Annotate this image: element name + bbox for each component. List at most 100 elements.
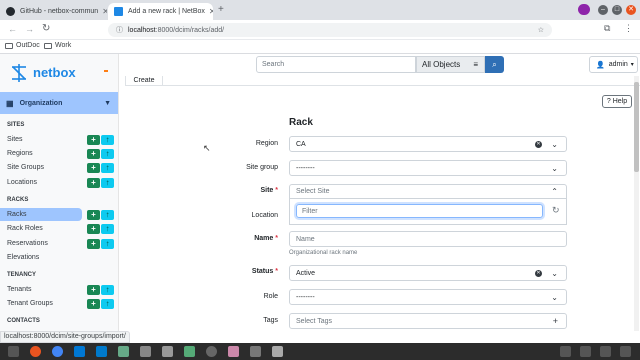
import-icon[interactable]: ↑ — [101, 178, 114, 188]
app-icon[interactable] — [184, 346, 195, 357]
window-close-icon[interactable]: ✕ — [626, 5, 636, 15]
tray-icon[interactable] — [560, 346, 571, 357]
menu-icon[interactable]: ⋮ — [624, 23, 633, 34]
info-icon: ⓘ — [116, 27, 123, 34]
name-label-text: Name — [254, 235, 274, 242]
refresh-icon[interactable]: ↻ — [552, 205, 560, 216]
app-icon[interactable] — [250, 346, 261, 357]
tags-select[interactable]: Select Tags + — [289, 313, 567, 329]
chevron-down-icon: ⌄ — [551, 140, 558, 149]
bookmark-label: OutDoc — [16, 42, 40, 49]
clear-icon[interactable]: ✕ — [535, 270, 542, 277]
vscode-icon[interactable] — [96, 346, 107, 357]
tray-icon[interactable] — [600, 346, 611, 357]
site-select[interactable]: Select Site ⌃ — [289, 184, 567, 199]
add-icon[interactable]: + — [87, 163, 100, 173]
browser-tab-strip: GitHub - netbox-commun ✕ Add a new rack … — [0, 0, 640, 20]
tab-create[interactable]: Create — [125, 76, 163, 86]
tab-netbox[interactable]: Add a new rack | NetBox ✕ — [108, 3, 213, 20]
clear-icon[interactable]: ✕ — [535, 141, 542, 148]
sidebar-section-organization[interactable]: ▦ Organization ▼ — [0, 92, 118, 114]
profile-icon[interactable] — [578, 4, 590, 15]
add-icon[interactable]: + — [87, 149, 100, 159]
reload-icon[interactable]: ↻ — [42, 23, 50, 34]
add-icon[interactable]: + — [87, 224, 100, 234]
address-bar[interactable]: ⓘ localhost:8000/dcim/racks/add/ ☆ — [108, 23, 552, 37]
required-mark: * — [275, 235, 278, 242]
tray-icon[interactable] — [580, 346, 591, 357]
item-label: Tenants — [7, 286, 32, 293]
search-button[interactable]: ⌕ — [485, 56, 504, 73]
add-icon[interactable]: + — [87, 135, 100, 145]
import-icon[interactable]: ↑ — [101, 210, 114, 220]
close-icon[interactable]: ✕ — [205, 7, 213, 16]
tab-label: Create — [133, 77, 155, 84]
user-name: admin — [608, 61, 628, 68]
forward-icon[interactable]: → — [25, 24, 34, 34]
item-label: Rack Roles — [7, 225, 43, 232]
extensions-icon[interactable]: ⧉ — [604, 23, 610, 34]
chevron-down-icon: ⌄ — [551, 164, 558, 173]
files-icon[interactable] — [118, 346, 129, 357]
site-filter-input[interactable]: Filter — [296, 204, 543, 218]
name-input[interactable]: Name — [289, 231, 567, 247]
help-button[interactable]: ? Help — [602, 95, 632, 108]
site-groups-actions: + ↑ — [87, 163, 114, 173]
item-label: Sites — [7, 136, 23, 143]
tenant-groups-actions: + ↑ — [87, 299, 114, 309]
tab-github[interactable]: GitHub - netbox-commun ✕ — [0, 3, 107, 20]
scrollbar-thumb[interactable] — [634, 82, 639, 172]
bookmark-star-icon[interactable]: ☆ — [538, 26, 544, 34]
tray-icon[interactable] — [620, 346, 631, 357]
import-icon[interactable]: ↑ — [101, 285, 114, 295]
maximize-icon[interactable]: □ — [612, 5, 622, 15]
site-group-select[interactable]: -------- ⌄ — [289, 160, 567, 176]
sidebar-item-elevations[interactable]: Elevations — [0, 251, 118, 264]
sidebar-item-racks[interactable]: Racks — [0, 208, 82, 221]
user-menu-button[interactable]: 👤 admin ▾ — [589, 56, 638, 73]
page-scrollbar[interactable] — [634, 76, 639, 331]
add-icon[interactable]: + — [553, 316, 558, 326]
import-icon[interactable]: ↑ — [101, 135, 114, 145]
close-icon[interactable]: ✕ — [98, 7, 107, 16]
app-icon[interactable] — [162, 346, 173, 357]
minimize-icon[interactable]: – — [598, 5, 608, 15]
region-select[interactable]: CA ✕ ⌄ — [289, 136, 567, 152]
racks-actions: + ↑ — [87, 210, 114, 220]
new-tab-button[interactable]: + — [218, 4, 224, 15]
github-icon — [6, 7, 15, 16]
status-select[interactable]: Active ✕ ⌄ — [289, 265, 567, 281]
search-scope-dropdown[interactable]: All Objects ≡ — [416, 56, 485, 73]
import-icon[interactable]: ↑ — [101, 239, 114, 249]
netbox-logo-icon[interactable] — [9, 63, 29, 83]
app-icon[interactable] — [272, 346, 283, 357]
site-group-label: Site group — [246, 164, 278, 171]
bookmark-work[interactable]: Work — [44, 42, 71, 49]
chevron-down-icon: ⌄ — [551, 293, 558, 302]
add-icon[interactable]: + — [87, 285, 100, 295]
add-icon[interactable]: + — [87, 239, 100, 249]
app-icon[interactable] — [206, 346, 217, 357]
search-input[interactable]: Search — [256, 56, 416, 73]
app-icon[interactable] — [228, 346, 239, 357]
back-icon[interactable]: ← — [8, 24, 17, 34]
add-icon[interactable]: + — [87, 210, 100, 220]
apps-icon[interactable] — [8, 346, 19, 357]
sidebar-pin-icon[interactable] — [104, 70, 108, 72]
import-icon[interactable]: ↑ — [101, 299, 114, 309]
item-label: Locations — [7, 179, 37, 186]
import-icon[interactable]: ↑ — [101, 224, 114, 234]
import-icon[interactable]: ↑ — [101, 163, 114, 173]
app-icon[interactable] — [140, 346, 151, 357]
role-select[interactable]: -------- ⌄ — [289, 289, 567, 305]
add-icon[interactable]: + — [87, 299, 100, 309]
import-icon[interactable]: ↑ — [101, 149, 114, 159]
chrome-icon[interactable] — [52, 346, 63, 357]
section-heading: Rack — [289, 117, 313, 128]
chevron-up-icon: ⌃ — [551, 187, 558, 196]
item-label: Racks — [7, 211, 27, 218]
terminal-icon[interactable] — [74, 346, 85, 357]
bookmark-outdoc[interactable]: OutDoc — [5, 42, 40, 49]
ubuntu-icon[interactable] — [30, 346, 41, 357]
add-icon[interactable]: + — [87, 178, 100, 188]
